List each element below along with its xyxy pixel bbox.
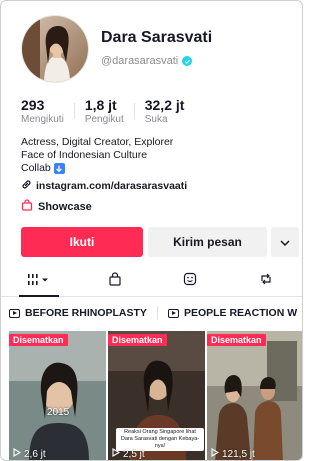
username: @darasarasvati xyxy=(101,55,179,67)
video-thumbnail[interactable]: Disematkan 121,5 jt xyxy=(207,331,302,460)
stat-following-value: 293 xyxy=(21,97,45,113)
display-name: Dara Sarasvati xyxy=(101,29,213,46)
bio-line: Face of Indonesian Culture xyxy=(21,149,173,162)
stat-likes-value: 32,2 jt xyxy=(144,97,185,113)
profile-tabs xyxy=(1,267,302,297)
video-thumbnail-image xyxy=(9,331,106,460)
view-count-text: 2,6 jt xyxy=(24,448,46,460)
stat-divider xyxy=(73,103,75,119)
stat-likes-label: Suka xyxy=(144,114,168,125)
stat-followers-value: 1,8 jt xyxy=(84,97,117,113)
playlist-label: PEOPLE REACTION W xyxy=(183,307,298,319)
tab-reposts[interactable] xyxy=(228,267,302,296)
stat-likes[interactable]: 32,2 jt Suka xyxy=(145,97,185,126)
shopping-bag-icon xyxy=(21,199,33,214)
stat-following-label: Mengikuti xyxy=(21,114,64,125)
profile-screen: Dara Sarasvati @darasarasvati 293 Mengik… xyxy=(0,0,303,461)
bio-link[interactable]: instagram.com/darasarasvaati xyxy=(21,179,187,193)
verified-badge-icon xyxy=(182,56,193,66)
avatar[interactable] xyxy=(21,15,89,83)
bio-text: Face of Indonesian Culture xyxy=(21,149,148,161)
playlist-label: BEFORE RHINOPLASTY xyxy=(25,307,147,319)
chevron-down-icon xyxy=(280,233,290,251)
bio: Actress, Digital Creator, Explorer Face … xyxy=(21,136,173,175)
playlist-play-icon xyxy=(167,308,179,318)
repost-icon xyxy=(259,272,273,291)
pinned-badge: Disematkan xyxy=(9,334,68,346)
stat-followers[interactable]: 1,8 jt Pengikut xyxy=(85,97,124,126)
video-overlay-text: 2015 xyxy=(47,407,70,418)
stat-followers-label: Pengikut xyxy=(84,114,124,125)
bio-text: Collab xyxy=(21,162,51,174)
message-button[interactable]: Kirim pesan xyxy=(148,227,267,257)
video-thumbnail-image xyxy=(207,331,302,460)
videos-grid-icon xyxy=(27,273,51,291)
handle-row: @darasarasvati xyxy=(101,55,193,67)
view-count-text: 121,5 jt xyxy=(222,448,255,460)
showcase-label: Showcase xyxy=(38,200,92,213)
playlist-divider xyxy=(156,306,158,320)
video-thumbnail[interactable]: Disematkan 2015 2,6 jt xyxy=(9,331,106,460)
tab-favorites[interactable] xyxy=(153,267,229,296)
bio-line: Actress, Digital Creator, Explorer xyxy=(21,136,173,149)
more-options-button[interactable] xyxy=(271,227,299,257)
stat-following[interactable]: 293 Mengikuti xyxy=(21,97,64,126)
link-text: instagram.com/darasarasvaati xyxy=(36,180,188,192)
tab-videos[interactable] xyxy=(1,267,77,296)
pinned-badge: Disematkan xyxy=(207,334,266,346)
down-arrow-emoji-icon xyxy=(53,163,65,174)
link-icon xyxy=(21,179,32,193)
playlist-item[interactable]: PEOPLE REACTION W xyxy=(167,306,298,320)
view-count: 121,5 jt xyxy=(211,448,255,460)
tab-shop[interactable] xyxy=(77,267,153,296)
playlist-play-icon xyxy=(9,308,20,318)
view-count-text: 2,5 jt xyxy=(123,448,145,460)
play-icon xyxy=(13,448,22,460)
play-icon xyxy=(112,448,121,460)
bio-text: Actress, Digital Creator, Explorer xyxy=(21,136,174,148)
play-icon xyxy=(211,448,220,460)
showcase-link[interactable]: Showcase xyxy=(21,199,92,214)
pinned-badge: Disematkan xyxy=(108,334,167,346)
lock-bag-icon xyxy=(108,272,122,291)
favorites-icon xyxy=(183,272,197,291)
view-count: 2,5 jt xyxy=(112,448,145,460)
view-count: 2,6 jt xyxy=(13,448,46,460)
video-grid: Disematkan 2015 2,6 jt Disematkan Reaksi… xyxy=(9,331,302,460)
stat-divider xyxy=(133,103,135,119)
playlist-row: BEFORE RHINOPLASTY PEOPLE REACTION W xyxy=(9,306,297,320)
playlist-item[interactable]: BEFORE RHINOPLASTY xyxy=(9,306,147,320)
profile-stats: 293 Mengikuti 1,8 jt Pengikut 32,2 jt Su… xyxy=(21,97,184,126)
follow-button[interactable]: Ikuti xyxy=(21,227,143,257)
bio-line: Collab xyxy=(21,162,173,175)
video-thumbnail[interactable]: Disematkan Reaksi Orang Singapore lihat … xyxy=(108,331,205,460)
